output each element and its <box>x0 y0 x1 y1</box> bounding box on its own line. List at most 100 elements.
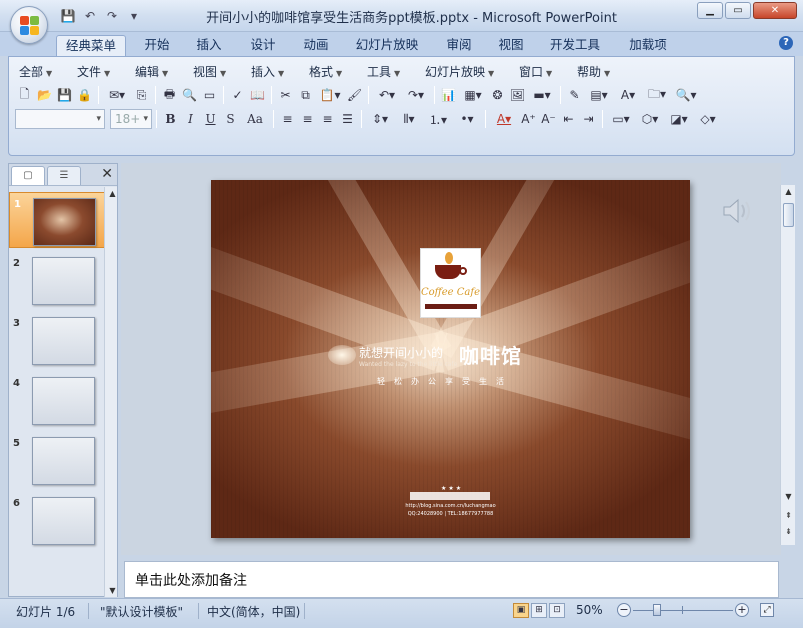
format-painter-icon[interactable]: 🖌 <box>345 86 364 105</box>
scroll-up-icon[interactable]: ▲ <box>782 185 795 198</box>
close-button[interactable]: ✕ <box>753 2 797 19</box>
send-icon[interactable]: ✉▾ <box>103 86 131 105</box>
scroll-down-icon[interactable]: ▼ <box>782 490 795 503</box>
tab-slideshow[interactable]: 幻灯片放映 <box>350 35 424 56</box>
tab-design[interactable]: 设计 <box>240 35 286 56</box>
help-icon[interactable]: ? <box>779 36 793 50</box>
font-size-combo[interactable]: 18+ <box>110 109 152 129</box>
slide-thumbnail[interactable]: 6 <box>9 492 105 548</box>
bold-button[interactable]: B <box>161 110 180 129</box>
zoom-out-icon[interactable]: − <box>617 603 631 617</box>
paste-icon[interactable]: 📋▾ <box>316 86 344 105</box>
thumbnails-scrollbar[interactable]: ▲ ▼ <box>104 187 117 597</box>
zoom-slider-track[interactable] <box>633 610 733 611</box>
theme-name[interactable]: "默认设计模板" <box>100 603 183 620</box>
shape-fill-icon[interactable]: ◇▾ <box>694 110 722 129</box>
font-color-icon[interactable]: A▾ <box>490 110 518 129</box>
menu-view[interactable]: 视图 ▼ <box>193 63 226 80</box>
slide-sorter-icon[interactable]: ⊞ <box>531 603 547 618</box>
slide-scrollbar[interactable]: ▲ ▼ ⇞ ⇟ <box>780 185 795 545</box>
increase-indent-icon[interactable]: ⇥ <box>579 110 598 129</box>
menu-all[interactable]: 全部 ▼ <box>19 63 52 80</box>
menu-edit[interactable]: 编辑 ▼ <box>135 63 168 80</box>
table-icon[interactable]: ▦▾ <box>459 86 487 105</box>
menu-help[interactable]: 帮助 ▼ <box>577 63 610 80</box>
font-name-combo[interactable] <box>15 109 105 129</box>
copy-icon[interactable]: ⧉ <box>296 86 315 105</box>
current-slide[interactable]: Coffee Cafe 就想开间小小的 咖啡馆 Wanted the lazy … <box>211 180 690 538</box>
permission-icon[interactable]: 🔒 <box>75 86 94 105</box>
minimize-button[interactable]: ▁ <box>697 2 723 19</box>
menu-file[interactable]: 文件 ▼ <box>77 63 110 80</box>
scroll-down-icon[interactable]: ▼ <box>106 584 119 597</box>
language-indicator[interactable]: 中文(简体，中国) <box>207 603 300 620</box>
restore-button[interactable]: ▭ <box>725 2 751 19</box>
justify-icon[interactable]: ☰ <box>338 110 357 129</box>
picture-icon[interactable]: 🖼 <box>508 86 527 105</box>
align-right-icon[interactable]: ≡ <box>318 110 337 129</box>
speaker-icon[interactable] <box>722 196 754 226</box>
slide-thumbnail[interactable]: 4 <box>9 372 105 428</box>
close-icon[interactable]: ✕ <box>101 166 113 182</box>
shapes-icon[interactable]: ▭▾ <box>607 110 635 129</box>
shrink-font-icon[interactable]: A⁻ <box>539 110 558 129</box>
slide-thumbnail[interactable]: 2 <box>9 252 105 308</box>
tab-developer[interactable]: 开发工具 <box>542 35 608 56</box>
decrease-indent-icon[interactable]: ⇤ <box>559 110 578 129</box>
arrange-icon[interactable]: ⬡▾ <box>636 110 664 129</box>
slide-thumbnail[interactable]: 5 <box>9 432 105 488</box>
underline-button[interactable]: U <box>201 110 220 129</box>
tab-view[interactable]: 视图 <box>488 35 534 56</box>
scrollbar-thumb[interactable] <box>783 203 794 227</box>
tab-home[interactable]: 开始 <box>134 35 180 56</box>
slideshow-view-icon[interactable]: ⊡ <box>549 603 565 618</box>
publish-icon[interactable]: ⎘ <box>132 86 151 105</box>
tab-animation[interactable]: 动画 <box>293 35 339 56</box>
chart-icon[interactable]: 📊 <box>439 86 458 105</box>
next-slide-icon[interactable]: ⇟ <box>782 525 795 538</box>
new-icon[interactable]: 🗋 <box>15 86 34 105</box>
tab-addins[interactable]: 加载项 <box>620 35 676 56</box>
spelling-icon[interactable]: ✓ <box>228 86 247 105</box>
outline-tab[interactable]: ☰ <box>47 166 81 185</box>
align-left-icon[interactable]: ≡ <box>278 110 297 129</box>
zoom-slider-knob[interactable] <box>653 604 661 616</box>
scroll-up-icon[interactable]: ▲ <box>106 187 119 200</box>
tab-review[interactable]: 审阅 <box>436 35 482 56</box>
change-case-button[interactable]: Aa <box>241 110 269 129</box>
fit-to-window-icon[interactable]: ⤢ <box>760 603 774 617</box>
print-preview-icon[interactable]: 🔍 <box>180 86 199 105</box>
layout-icon[interactable]: ▤▾ <box>585 86 613 105</box>
color-grayscale-icon[interactable]: ▬▾ <box>528 86 556 105</box>
open-icon[interactable]: 📂 <box>35 86 54 105</box>
menu-tools[interactable]: 工具 ▼ <box>367 63 400 80</box>
new-slide-icon[interactable]: ✎ <box>565 86 584 105</box>
slide-thumbnail[interactable]: 3 <box>9 312 105 368</box>
previous-slide-icon[interactable]: ⇞ <box>782 509 795 522</box>
save-icon[interactable]: 💾 <box>55 86 74 105</box>
zoom-in-icon[interactable]: + <box>735 603 749 617</box>
undo-icon[interactable]: ↶▾ <box>373 86 401 105</box>
notes-pane[interactable]: 单击此处添加备注 <box>124 561 779 598</box>
menu-window[interactable]: 窗口 ▼ <box>519 63 552 80</box>
print-icon[interactable]: 🖶 <box>160 86 179 105</box>
cut-icon[interactable]: ✂ <box>276 86 295 105</box>
zoom-level[interactable]: 50% <box>576 603 603 617</box>
slide-icon[interactable]: ▭ <box>200 86 219 105</box>
columns-icon[interactable]: ⫴▾ <box>395 110 423 129</box>
tab-classic-menu[interactable]: 经典菜单 <box>56 35 126 56</box>
research-icon[interactable]: 📖 <box>248 86 267 105</box>
folder-icon[interactable]: 🗀▾ <box>643 86 671 105</box>
menu-format[interactable]: 格式 ▼ <box>309 63 342 80</box>
numbering-icon[interactable]: ⒈▾ <box>424 110 452 129</box>
menu-slideshow[interactable]: 幻灯片放映 ▼ <box>425 63 494 80</box>
redo-icon[interactable]: ↷▾ <box>402 86 430 105</box>
slides-tab[interactable]: ▢ <box>11 166 45 185</box>
tab-insert[interactable]: 插入 <box>186 35 232 56</box>
normal-view-icon[interactable]: ▣ <box>513 603 529 618</box>
bullets-icon[interactable]: •▾ <box>453 110 481 129</box>
text-direction-icon[interactable]: ⇕▾ <box>366 110 394 129</box>
office-button[interactable] <box>10 6 48 44</box>
zoom-icon[interactable]: 🔍▾ <box>672 86 700 105</box>
textbox-icon[interactable]: A▾ <box>614 86 642 105</box>
